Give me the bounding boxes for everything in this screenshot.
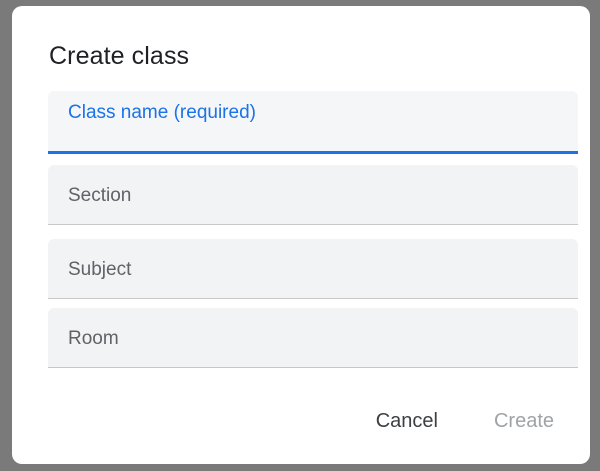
section-field[interactable]: Section bbox=[48, 165, 578, 225]
create-class-dialog: Create class Class name (required) Secti… bbox=[12, 6, 590, 464]
dialog-title: Create class bbox=[49, 42, 190, 70]
class-name-label: Class name (required) bbox=[68, 102, 256, 123]
section-input[interactable] bbox=[68, 196, 558, 218]
create-button[interactable]: Create bbox=[486, 404, 562, 439]
class-name-input[interactable] bbox=[68, 123, 558, 145]
subject-input[interactable] bbox=[68, 270, 558, 292]
room-field[interactable]: Room bbox=[48, 308, 578, 368]
dialog-actions: Cancel Create bbox=[368, 404, 562, 439]
room-input[interactable] bbox=[68, 339, 558, 361]
subject-field[interactable]: Subject bbox=[48, 239, 578, 299]
cancel-button[interactable]: Cancel bbox=[368, 404, 446, 439]
class-name-field[interactable]: Class name (required) bbox=[48, 91, 578, 154]
